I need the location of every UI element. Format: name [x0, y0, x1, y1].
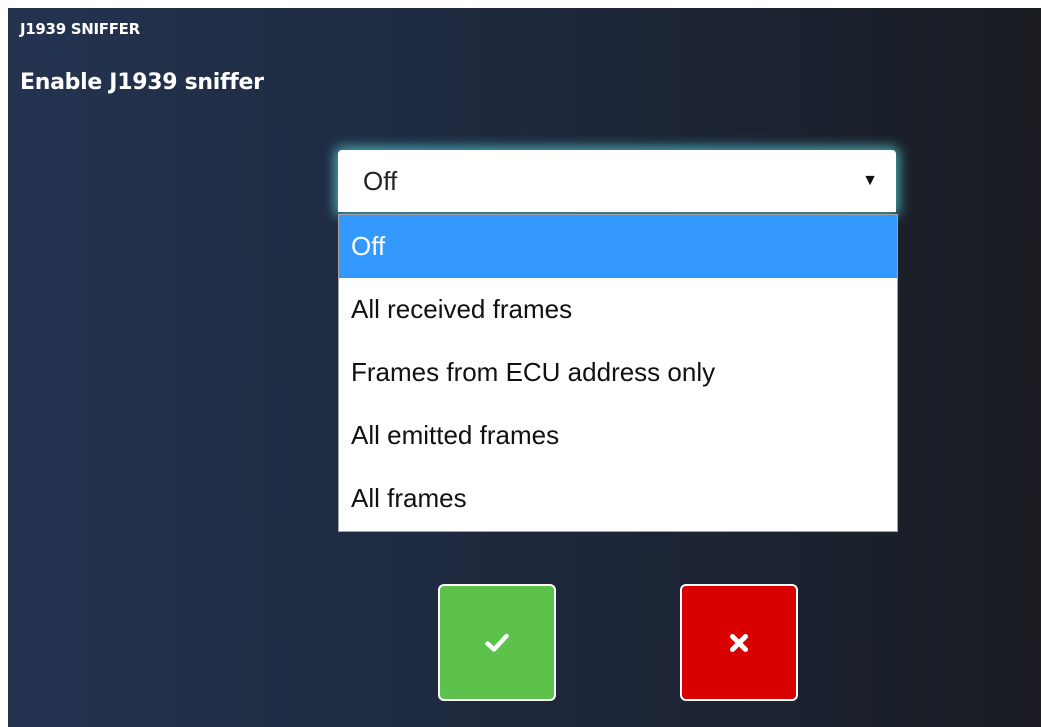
close-icon — [730, 633, 748, 652]
select-current-value: Off — [363, 165, 398, 196]
checkmark-icon — [485, 633, 509, 652]
section-title: J1939 SNIFFER — [20, 20, 140, 38]
sniffer-mode-select[interactable]: Off ▼ — [338, 150, 896, 212]
setting-label: Enable J1939 sniffer — [20, 70, 264, 95]
option-all-received-frames[interactable]: All received frames — [339, 278, 897, 341]
cancel-button[interactable] — [680, 584, 798, 701]
option-frames-from-ecu-address-only[interactable]: Frames from ECU address only — [339, 341, 897, 404]
sniffer-mode-options: Off All received frames Frames from ECU … — [338, 214, 898, 532]
dropdown-arrow-icon: ▼ — [862, 172, 878, 189]
option-all-emitted-frames[interactable]: All emitted frames — [339, 404, 897, 467]
option-all-frames[interactable]: All frames — [339, 467, 897, 530]
option-off[interactable]: Off — [339, 215, 897, 278]
j1939-sniffer-panel: J1939 SNIFFER Enable J1939 sniffer Off ▼… — [8, 8, 1041, 727]
confirm-button[interactable] — [438, 584, 556, 701]
